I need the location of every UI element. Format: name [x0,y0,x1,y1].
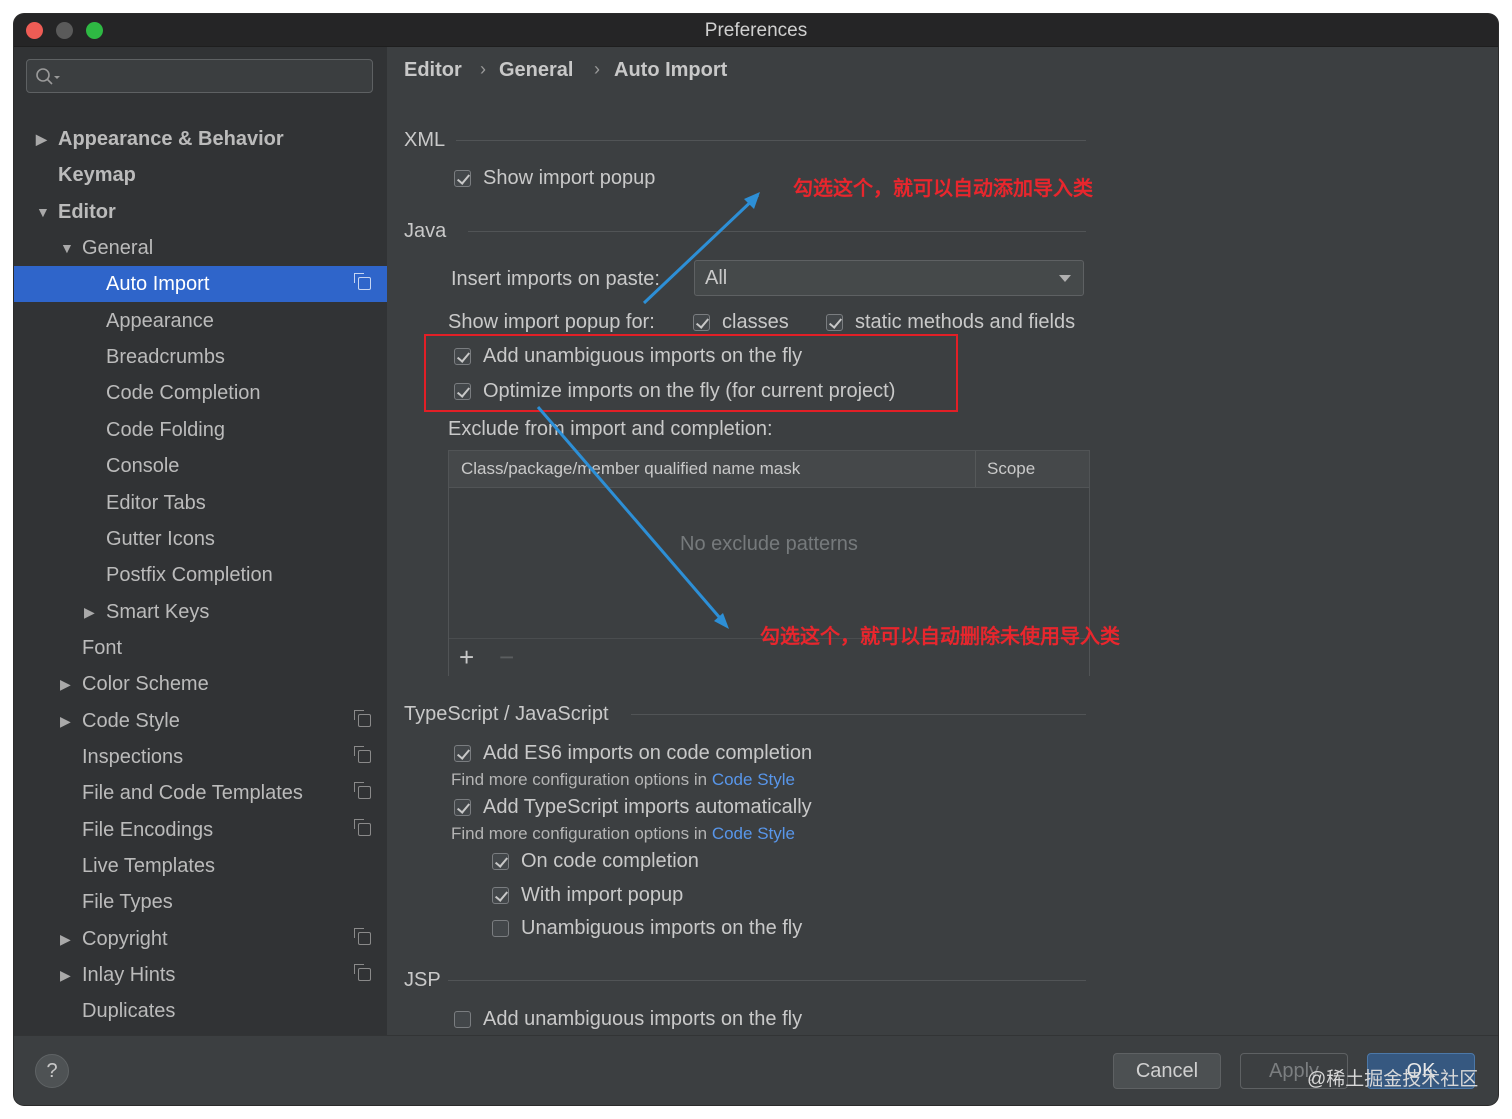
window-title: Preferences [704,20,808,41]
arrow-to-bottom-annotation [536,406,728,626]
expand-down-icon[interactable]: ▼ [60,230,74,266]
expand-right-icon[interactable]: ▶ [60,666,74,702]
sidebar-item-inspections[interactable]: Inspections [14,739,387,775]
dialog-footer: ? Cancel Apply OK [14,1035,1498,1105]
sidebar-item-console[interactable]: Console [14,448,387,484]
search-icon [36,68,60,85]
help-button[interactable]: ? [35,1054,69,1088]
sidebar-item-label: File and Code Templates [82,782,303,805]
sidebar-item-smart-keys[interactable]: ▶ Smart Keys [14,594,387,630]
project-settings-icon [354,273,371,291]
sidebar-item-label: Inlay Hints [82,964,176,987]
annotation-bottom: 勾选这个，就可以自动删除未使用导入类 [760,626,1120,648]
sidebar-item-label: Code Style [82,709,180,732]
sidebar-item-label: Duplicates [82,1000,176,1023]
sidebar-item-file-types[interactable]: File Types [14,884,387,920]
sidebar-item-label: Keymap [58,164,136,187]
settings-sidebar: ▶ Appearance & Behavior Keymap ▼ Editor ▼ Gene… [14,47,387,1035]
sidebar-item-label: Postfix Completion [106,564,273,587]
sidebar-item-keymap[interactable]: Keymap [14,157,387,193]
sidebar-item-file-encodings[interactable]: File Encodings [14,812,387,848]
watermark: @稀土掘金技术社区 [1307,1069,1479,1090]
project-settings-icon [354,782,371,800]
project-settings-icon [354,709,371,727]
settings-search-input[interactable] [26,59,373,93]
expand-right-icon[interactable]: ▶ [60,921,74,957]
sidebar-item-label: Smart Keys [106,600,210,623]
sidebar-item-auto-import[interactable]: Auto Import [14,266,387,303]
sidebar-item-postfix-completion[interactable]: Postfix Completion [14,557,387,593]
expand-right-icon[interactable]: ▶ [84,594,98,630]
project-settings-icon [354,964,371,982]
project-settings-icon [354,818,371,836]
sidebar-item-label: Gutter Icons [106,527,215,550]
project-settings-icon [354,927,371,945]
sidebar-item-font[interactable]: Font [14,630,387,666]
expand-right-icon[interactable]: ▶ [60,703,74,739]
sidebar-item-label: File Types [82,891,173,914]
sidebar-item-label: Inspections [82,745,184,768]
sidebar-item-editor[interactable]: ▼ Editor [14,194,387,230]
cancel-button[interactable]: Cancel [1113,1053,1221,1089]
sidebar-item-general[interactable]: ▼ General [14,230,387,266]
annotation-top: 勾选这个，就可以自动添加导入类 [793,178,1093,200]
expand-down-icon[interactable]: ▼ [36,194,50,230]
sidebar-item-label: General [82,237,154,260]
sidebar-item-label: Auto Import [106,273,210,296]
sidebar-item-code-style[interactable]: ▶ Code Style [14,703,387,739]
sidebar-item-inlay-hints[interactable]: ▶ Inlay Hints [14,957,387,993]
sidebar-item-label: Editor [58,200,116,223]
sidebar-item-appearance[interactable]: Appearance [14,303,387,339]
expand-right-icon[interactable]: ▶ [36,121,50,157]
sidebar-item-label: Editor Tabs [106,491,206,514]
sidebar-item-copyright[interactable]: ▶ Copyright [14,921,387,957]
sidebar-item-label: Appearance [106,309,214,332]
sidebar-item-label: Breadcrumbs [106,346,225,369]
sidebar-item-editor-tabs[interactable]: Editor Tabs [14,485,387,521]
sidebar-item-gutter-icons[interactable]: Gutter Icons [14,521,387,557]
expand-right-icon[interactable]: ▶ [60,957,74,993]
sidebar-item-label: File Encodings [82,818,214,841]
arrow-to-top-annotation [642,193,760,305]
sidebar-item-label: Appearance & Behavior [58,128,284,150]
sidebar-item-label: Console [106,455,180,478]
sidebar-item-duplicates[interactable]: Duplicates [14,993,387,1029]
auto-import-panel: Editor › General › Auto Import XML Show … [388,47,1498,1035]
title-bar: Preferences [14,14,1498,47]
sidebar-item-label: Code Completion [106,382,261,405]
sidebar-item-code-folding[interactable]: Code Folding [14,412,387,448]
sidebar-item-breadcrumbs[interactable]: Breadcrumbs [14,339,387,375]
preferences-window: Preferences ▶ Appearance & Behavior Keymap… [14,14,1498,1105]
project-settings-icon [354,745,371,763]
sidebar-item-label: Font [82,636,123,659]
sidebar-item-label: Live Templates [82,855,216,877]
sidebar-item-color-scheme[interactable]: ▶ Color Scheme [14,666,387,702]
sidebar-item-label: Code Folding [106,418,225,441]
sidebar-item-live-templates[interactable]: Live Templates [14,848,387,884]
sidebar-item-label: Copyright [82,927,168,950]
sidebar-item-code-completion[interactable]: Code Completion [14,375,387,411]
sidebar-item-label: Color Scheme [82,673,209,696]
sidebar-item-file-and-code-templates[interactable]: File and Code Templates [14,775,387,811]
sidebar-item-appearance-behavior[interactable]: ▶ Appearance & Behavior [14,121,387,157]
